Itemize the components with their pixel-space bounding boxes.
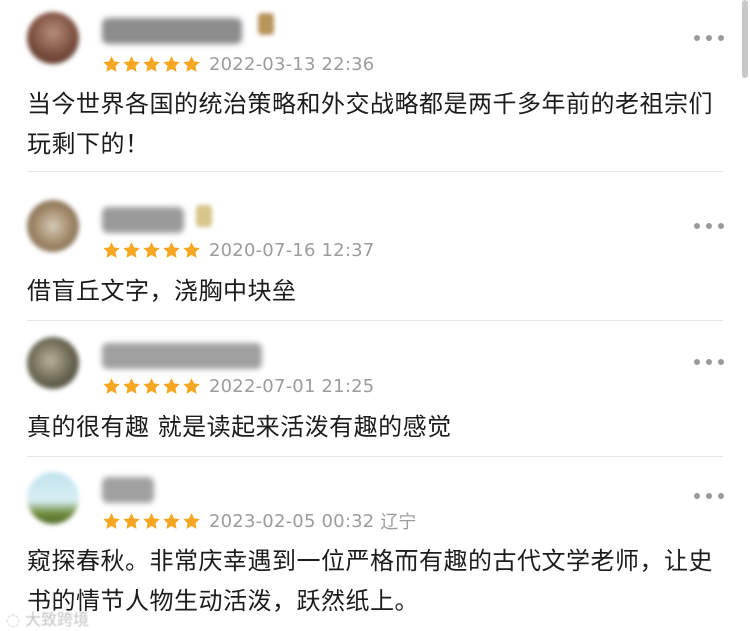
comment-meta: 2023-02-05 00:32 辽宁 (102, 510, 417, 533)
user-badge-icon (258, 13, 274, 35)
more-options-icon[interactable] (694, 33, 724, 43)
comment-meta: 2022-07-01 21:25 (102, 375, 374, 397)
comment-feed: 2022-03-13 22:36 当今世界各国的统治策略和外交战略都是两千多年前… (0, 0, 750, 631)
comment-timestamp: 2022-07-01 21:25 (209, 375, 375, 397)
more-options-icon[interactable] (694, 221, 724, 231)
comment-timestamp: 2023-02-05 00:32 (209, 510, 375, 532)
more-options-icon[interactable] (694, 491, 724, 501)
comment-meta: 2022-03-13 22:36 (102, 53, 374, 75)
comment-text: 窥探春秋。非常庆幸遇到一位严格而有趣的古代文学老师，让史书的情节人物生动活泼，跃… (27, 547, 713, 615)
avatar[interactable] (27, 200, 79, 252)
comment-timestamp: 2022-03-13 22:36 (209, 53, 375, 75)
comment-meta: 2020-07-16 12:37 (102, 239, 374, 261)
divider (27, 171, 723, 172)
star-icon (103, 241, 120, 258)
more-options-icon[interactable] (694, 357, 724, 367)
user-badge-icon (196, 205, 212, 227)
comment-timestamp: 2020-07-16 12:37 (209, 239, 375, 261)
comment-text: 借盲丘文字，浇胸中块垒 (27, 277, 297, 305)
rating-stars (102, 512, 201, 531)
star-icon (103, 55, 120, 72)
star-icon (103, 377, 120, 394)
comment-text: 当今世界各国的统治策略和外交战略都是两千多年前的老祖宗们玩剩下的！ (27, 90, 713, 158)
rating-stars (102, 55, 201, 74)
comment-text: 真的很有趣 就是读起来活泼有趣的感觉 (27, 413, 452, 441)
star-icon (183, 377, 200, 394)
avatar[interactable] (27, 472, 79, 524)
star-icon (123, 55, 140, 72)
star-icon (123, 512, 140, 529)
star-icon (143, 377, 160, 394)
star-icon (143, 241, 160, 258)
divider (27, 320, 723, 321)
username-redacted[interactable] (102, 207, 184, 233)
star-icon (163, 377, 180, 394)
star-icon (143, 55, 160, 72)
rating-stars (102, 241, 201, 260)
watermark: ◌ 大致跨境 (6, 610, 90, 629)
star-icon (163, 512, 180, 529)
star-icon (163, 241, 180, 258)
username-redacted[interactable] (102, 18, 242, 44)
scrollbar[interactable] (742, 0, 748, 78)
star-icon (103, 512, 120, 529)
avatar[interactable] (27, 337, 79, 389)
divider (27, 456, 723, 457)
avatar[interactable] (27, 12, 79, 64)
star-icon (143, 512, 160, 529)
star-icon (123, 377, 140, 394)
rating-stars (102, 377, 201, 396)
star-icon (183, 241, 200, 258)
username-redacted[interactable] (102, 343, 262, 369)
star-icon (163, 55, 180, 72)
star-icon (123, 241, 140, 258)
star-icon (183, 55, 200, 72)
star-icon (183, 512, 200, 529)
username-redacted[interactable] (102, 477, 154, 503)
comment-location: 辽宁 (380, 512, 417, 533)
